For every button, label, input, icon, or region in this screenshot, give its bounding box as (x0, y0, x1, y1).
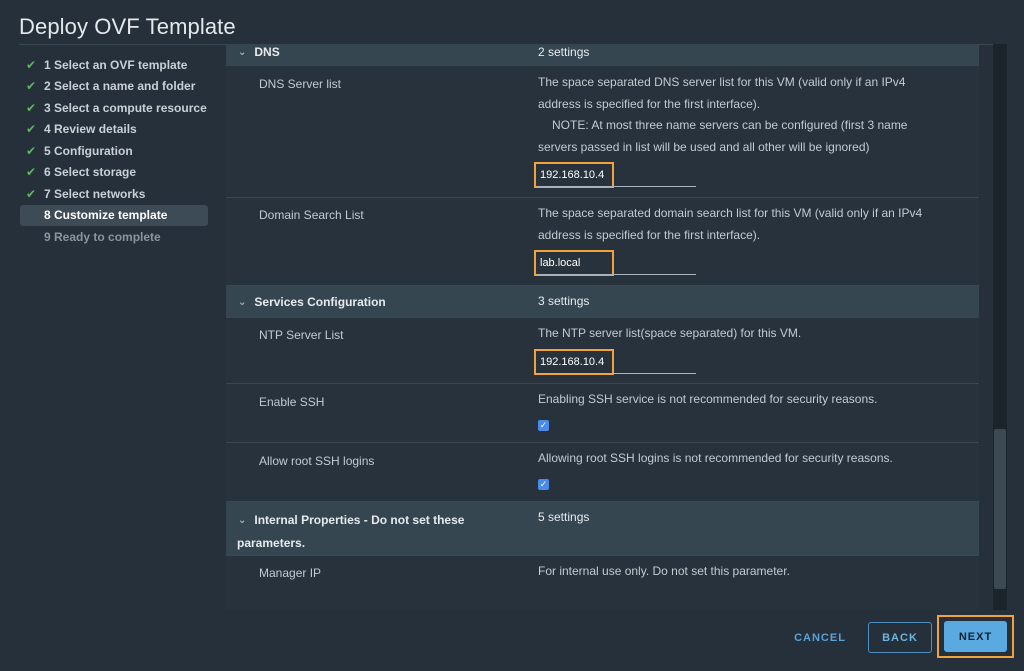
step-label: 7 Select networks (44, 186, 146, 201)
step-3[interactable]: ✔ 3 Select a compute resource (20, 97, 210, 119)
ntp-server-input-highlight (534, 349, 614, 375)
group-label: ⌄ Services Configuration (238, 295, 386, 309)
check-icon: ✔ (26, 143, 37, 158)
check-icon: ✔ (26, 186, 37, 201)
prop-description: Allowing root SSH logins is not recommen… (538, 451, 893, 465)
group-services-configuration[interactable]: ⌄ Services Configuration 3 settings (226, 286, 979, 318)
step-label: 5 Configuration (44, 143, 133, 158)
group-internal-properties[interactable]: ⌄ Internal Properties - Do not set these … (226, 502, 979, 556)
properties-table: ⌄ DNS 2 settings DNS Server list The spac… (226, 44, 979, 610)
prop-name: Manager IP (259, 566, 322, 580)
check-icon: ✔ (26, 79, 37, 94)
prop-description: The space separated domain search list f… (538, 206, 923, 242)
allow-root-ssh-checkbox[interactable]: ✓ (538, 479, 549, 490)
back-button[interactable]: BACK (868, 622, 932, 653)
step-2[interactable]: ✔ 2 Select a name and folder (20, 76, 210, 98)
checkbox-checked-icon: ✓ (539, 420, 548, 430)
prop-manager-ip: Manager IP For internal use only. Do not… (226, 556, 979, 610)
check-icon: ✔ (26, 100, 37, 115)
prop-allow-root-ssh: Allow root SSH logins Allowing root SSH … (226, 443, 979, 502)
prop-description: The NTP server list(space separated) for… (538, 326, 802, 340)
step-label: 8 Customize template (44, 208, 168, 223)
step-5[interactable]: ✔ 5 Configuration (20, 140, 210, 162)
group-dns[interactable]: ⌄ DNS 2 settings (226, 44, 979, 66)
prop-dns-server-list: DNS Server list The space separated DNS … (226, 66, 979, 198)
step-4[interactable]: ✔ 4 Review details (20, 119, 210, 141)
step-9: 9 Ready to complete (20, 226, 210, 248)
group-count: 3 settings (538, 294, 590, 308)
step-1[interactable]: ✔ 1 Select an OVF template (20, 54, 210, 76)
wizard-steps: ✔ 1 Select an OVF template ✔ 2 Select a na… (20, 54, 210, 248)
enable-ssh-checkbox[interactable]: ✓ (538, 420, 549, 431)
step-label: 1 Select an OVF template (44, 57, 188, 72)
checkbox-checked-icon: ✓ (539, 479, 548, 489)
check-icon: ✔ (26, 122, 37, 137)
prop-name: Allow root SSH logins (259, 454, 375, 468)
cancel-button[interactable]: CANCEL (786, 622, 854, 653)
scrollbar-thumb[interactable] (994, 429, 1006, 589)
next-button-highlight: NEXT (937, 615, 1014, 658)
group-label: ⌄ DNS (238, 45, 280, 59)
step-label: 3 Select a compute resource (44, 100, 207, 115)
prop-name: DNS Server list (259, 77, 342, 91)
chevron-down-icon[interactable]: ⌄ (238, 297, 246, 308)
step-label: 4 Review details (44, 122, 137, 137)
vertical-scrollbar[interactable] (993, 44, 1007, 610)
chevron-down-icon[interactable]: ⌄ (238, 47, 246, 58)
domain-search-input[interactable] (540, 254, 610, 272)
check-icon: ✔ (26, 165, 37, 180)
step-label: 6 Select storage (44, 165, 137, 180)
prop-name: NTP Server List (259, 328, 344, 342)
prop-description: Enabling SSH service is not recommended … (538, 392, 878, 406)
step-label: 9 Ready to complete (44, 229, 161, 244)
domain-search-input-highlight (534, 250, 614, 276)
dialog-title: Deploy OVF Template (19, 14, 236, 39)
check-icon: ✔ (26, 57, 37, 72)
prop-ntp-server-list: NTP Server List The NTP server list(spac… (226, 318, 979, 384)
prop-domain-search-list: Domain Search List The space separated d… (226, 198, 979, 286)
group-label: ⌄ Internal Properties - Do not set these … (237, 510, 464, 554)
group-count: 5 settings (538, 510, 590, 524)
step-8-active[interactable]: 8 Customize template (20, 204, 208, 226)
prop-description: The space separated DNS server list for … (538, 75, 908, 154)
input-underline (538, 274, 696, 275)
prop-description: For internal use only. Do not set this p… (538, 564, 790, 578)
step-6[interactable]: ✔ 6 Select storage (20, 162, 210, 184)
dns-server-input-highlight (534, 162, 614, 188)
prop-enable-ssh: Enable SSH Enabling SSH service is not r… (226, 384, 979, 443)
input-underline (538, 186, 696, 187)
dns-server-input[interactable] (540, 166, 610, 184)
step-label: 2 Select a name and folder (44, 79, 196, 94)
chevron-down-icon[interactable]: ⌄ (238, 510, 246, 532)
prop-name: Enable SSH (259, 395, 325, 409)
next-button[interactable]: NEXT (944, 621, 1007, 652)
prop-name: Domain Search List (259, 208, 364, 222)
ntp-server-input[interactable] (540, 353, 610, 371)
step-7[interactable]: ✔ 7 Select networks (20, 183, 210, 205)
group-count: 2 settings (538, 45, 590, 59)
input-underline (538, 373, 696, 374)
